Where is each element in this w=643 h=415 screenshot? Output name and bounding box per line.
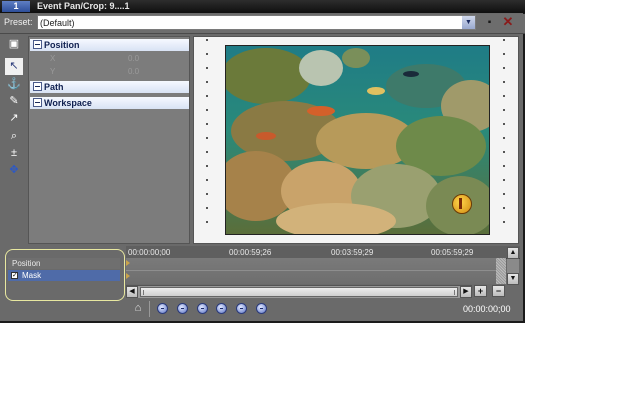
normal-edit-tool-icon[interactable]: ▣ xyxy=(5,36,23,53)
move-tool-icon[interactable]: ✥ xyxy=(5,162,23,179)
prev-keyframe-button[interactable] xyxy=(177,303,188,314)
title-bar: 1 Event Pan/Crop: 9....1 xyxy=(0,0,525,13)
collapse-icon[interactable] xyxy=(33,82,42,91)
window-number-badge: 1 xyxy=(2,1,30,12)
tree-header-workspace[interactable]: Workspace xyxy=(30,97,189,109)
timecode-display: 00:00:00;00 xyxy=(463,304,511,314)
zoom-tool-icon[interactable]: ⌕ xyxy=(5,128,23,145)
tree-header-position-label: Position xyxy=(44,40,80,50)
zoom-in-button[interactable]: + xyxy=(474,285,487,297)
tree-header-path-label: Path xyxy=(44,82,64,92)
zoom-reset-icon[interactable]: ± xyxy=(5,145,23,162)
tree-row-value[interactable]: 0.0 xyxy=(128,66,139,77)
select-tool-icon[interactable]: ↖ xyxy=(5,58,23,75)
scroll-up-button[interactable]: ▲ xyxy=(507,247,519,259)
tree-header-position[interactable]: Position xyxy=(30,39,189,51)
last-keyframe-button[interactable] xyxy=(236,303,247,314)
collapse-icon[interactable] xyxy=(33,40,42,49)
play-button[interactable] xyxy=(197,303,208,314)
scroll-right-button[interactable]: ▶ xyxy=(460,286,472,298)
scroll-left-button[interactable]: ◀ xyxy=(126,286,138,298)
pan-crop-window: 1 Event Pan/Crop: 9....1 Preset: (Defaul… xyxy=(0,0,525,323)
collapse-icon[interactable] xyxy=(33,98,42,107)
keyframe-track[interactable] xyxy=(126,258,496,284)
tree-row-x[interactable]: X 0.0 xyxy=(30,53,189,64)
track-divider xyxy=(126,270,496,271)
delete-keyframe-button[interactable] xyxy=(256,303,267,314)
window-title: Event Pan/Crop: 9....1 xyxy=(37,1,130,11)
tree-row-y[interactable]: Y 0.0 xyxy=(30,66,189,77)
tree-row-value[interactable]: 0.0 xyxy=(128,53,139,64)
keyframe-marker-icon[interactable] xyxy=(126,260,130,266)
scroll-down-button[interactable]: ▼ xyxy=(507,273,519,285)
ruler-tick: 00:03:59;29 xyxy=(331,248,374,257)
next-keyframe-button[interactable] xyxy=(216,303,227,314)
video-frame[interactable] xyxy=(225,45,490,235)
preset-label: Preset: xyxy=(4,17,33,27)
anchor-tool-icon[interactable]: ⚓ xyxy=(5,76,23,93)
save-preset-icon[interactable]: ▪ xyxy=(484,17,495,28)
viewport-grid-left xyxy=(206,39,210,239)
preset-row: Preset: (Default) ▼ ▪ ✕ xyxy=(0,14,525,34)
preset-value: (Default) xyxy=(40,18,75,28)
preset-select[interactable]: (Default) ▼ xyxy=(37,15,476,30)
property-tree: Position X 0.0 Y 0.0 Path Workspace xyxy=(28,36,190,244)
ruler-tick: 00:00:00;00 xyxy=(128,248,171,257)
sync-cursor-icon[interactable]: ⌂ xyxy=(132,301,144,315)
first-keyframe-button[interactable] xyxy=(157,303,168,314)
separator xyxy=(149,301,150,317)
chevron-down-icon[interactable]: ▼ xyxy=(462,16,475,29)
preview-viewport[interactable] xyxy=(193,36,519,244)
ruler-tick: 00:05:59;29 xyxy=(431,248,474,257)
keyframe-marker-icon[interactable] xyxy=(126,273,130,279)
vertical-scrollbar[interactable]: ▲ ▼ xyxy=(507,247,519,285)
tool-palette: ▣ ↖ ⚓ ✎ ↗ ⌕ ± ✥ xyxy=(5,36,24,246)
tree-row-label: Y xyxy=(50,67,56,76)
highlight-annotation xyxy=(5,249,125,301)
tree-row-label: X xyxy=(50,54,56,63)
pen-tool-icon[interactable]: ✎ xyxy=(5,93,23,110)
delete-preset-icon[interactable]: ✕ xyxy=(502,15,514,29)
channel-logo-icon xyxy=(452,194,472,214)
horizontal-scrollbar[interactable]: ◀ ▶ xyxy=(126,285,472,298)
pointer-tool-icon[interactable]: ↗ xyxy=(5,110,23,127)
tree-header-workspace-label: Workspace xyxy=(44,98,92,108)
zoom-out-button[interactable]: − xyxy=(492,285,505,297)
coral-reef-image xyxy=(226,46,489,234)
tree-header-path[interactable]: Path xyxy=(30,81,189,93)
scroll-thumb[interactable] xyxy=(140,287,458,297)
transport-bar: ⌂ 00:00:00;00 xyxy=(126,298,520,320)
viewport-grid-right xyxy=(503,39,507,239)
track-end-region xyxy=(496,258,506,284)
ruler-tick: 00:00:59;26 xyxy=(229,248,272,257)
